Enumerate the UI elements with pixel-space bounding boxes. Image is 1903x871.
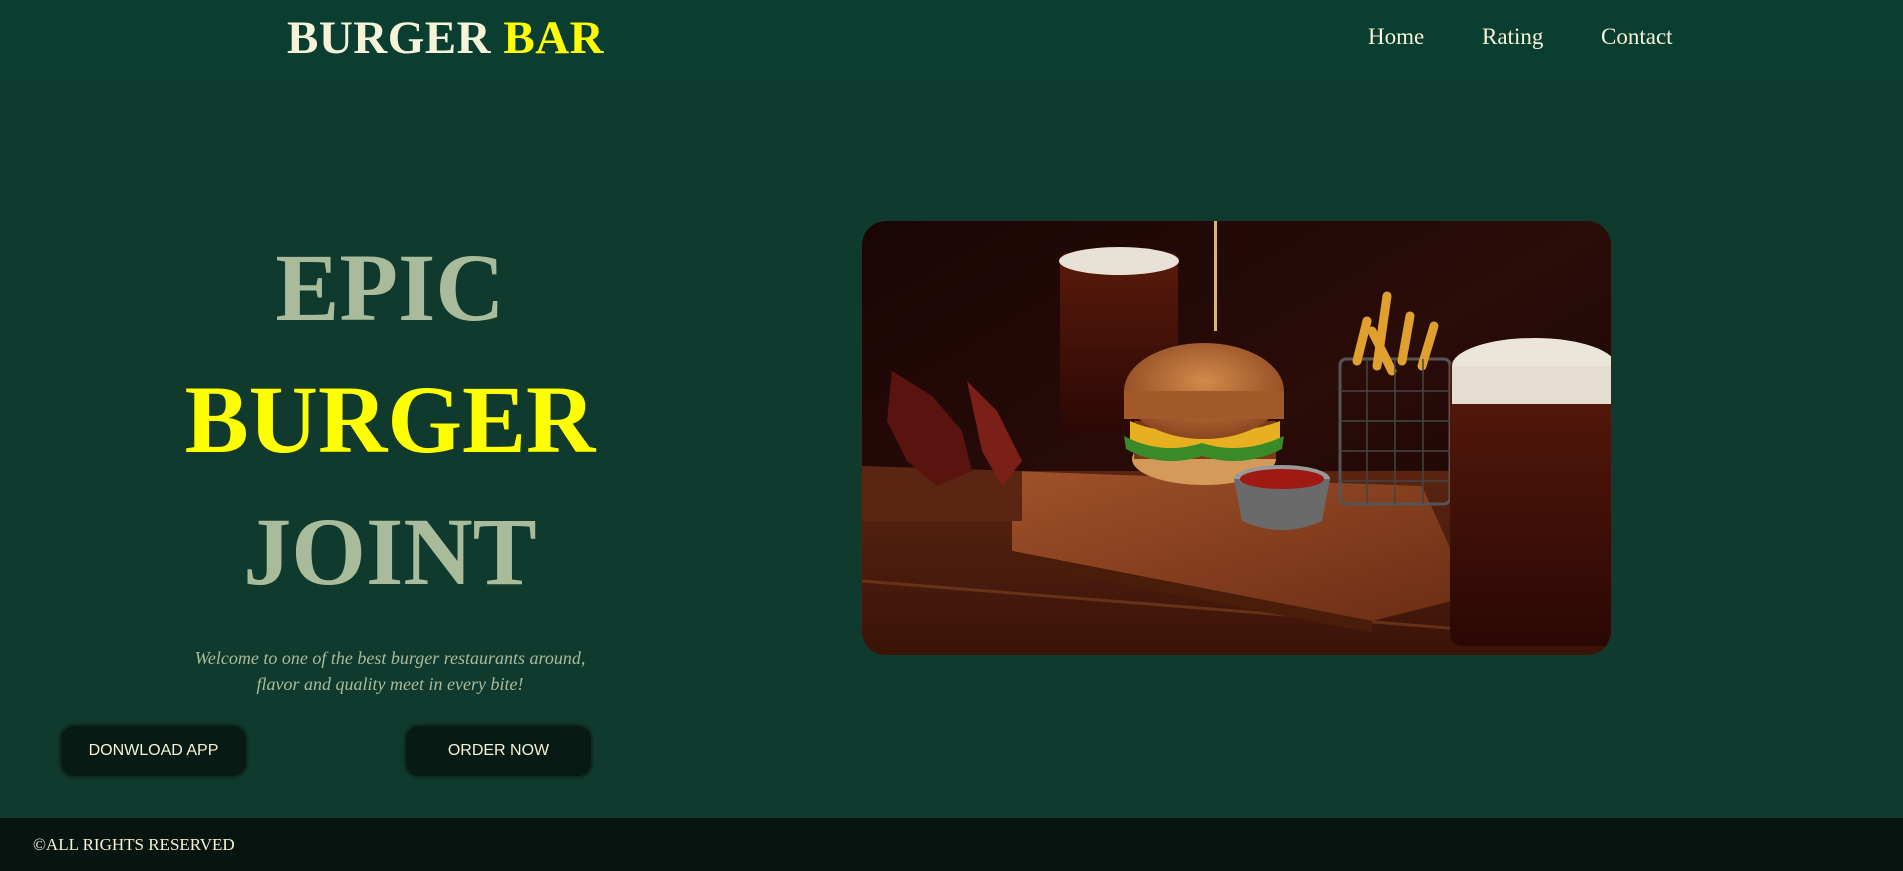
download-app-button[interactable]: DONWLOAD APP (60, 725, 247, 777)
brand-logo[interactable]: BURGER BAR (287, 11, 604, 65)
navbar: BURGER BAR Home Rating Contact (0, 0, 1903, 80)
hero-heading-burger: BURGER (184, 366, 596, 473)
tagline-line-1: Welcome to one of the best burger restau… (194, 648, 586, 668)
tagline-line-2: flavor and quality meet in every bite! (256, 674, 524, 694)
nav-link-home[interactable]: Home (1368, 24, 1424, 50)
brand-word-burger: BURGER (287, 12, 492, 64)
nav-link-contact[interactable]: Contact (1601, 24, 1673, 50)
order-now-button[interactable]: ORDER NOW (405, 725, 592, 777)
hero-heading-joint: JOINT (243, 498, 537, 605)
hero-heading-epic: EPIC (275, 234, 505, 341)
brand-word-bar: BAR (503, 12, 605, 64)
footer-copyright: ©ALL RIGHTS RESERVED (33, 835, 235, 854)
nav-link-rating[interactable]: Rating (1482, 24, 1543, 50)
hero-tagline: Welcome to one of the best burger restau… (170, 645, 610, 697)
hero-burger-image (862, 221, 1611, 655)
footer: ©ALL RIGHTS RESERVED (0, 818, 1903, 871)
